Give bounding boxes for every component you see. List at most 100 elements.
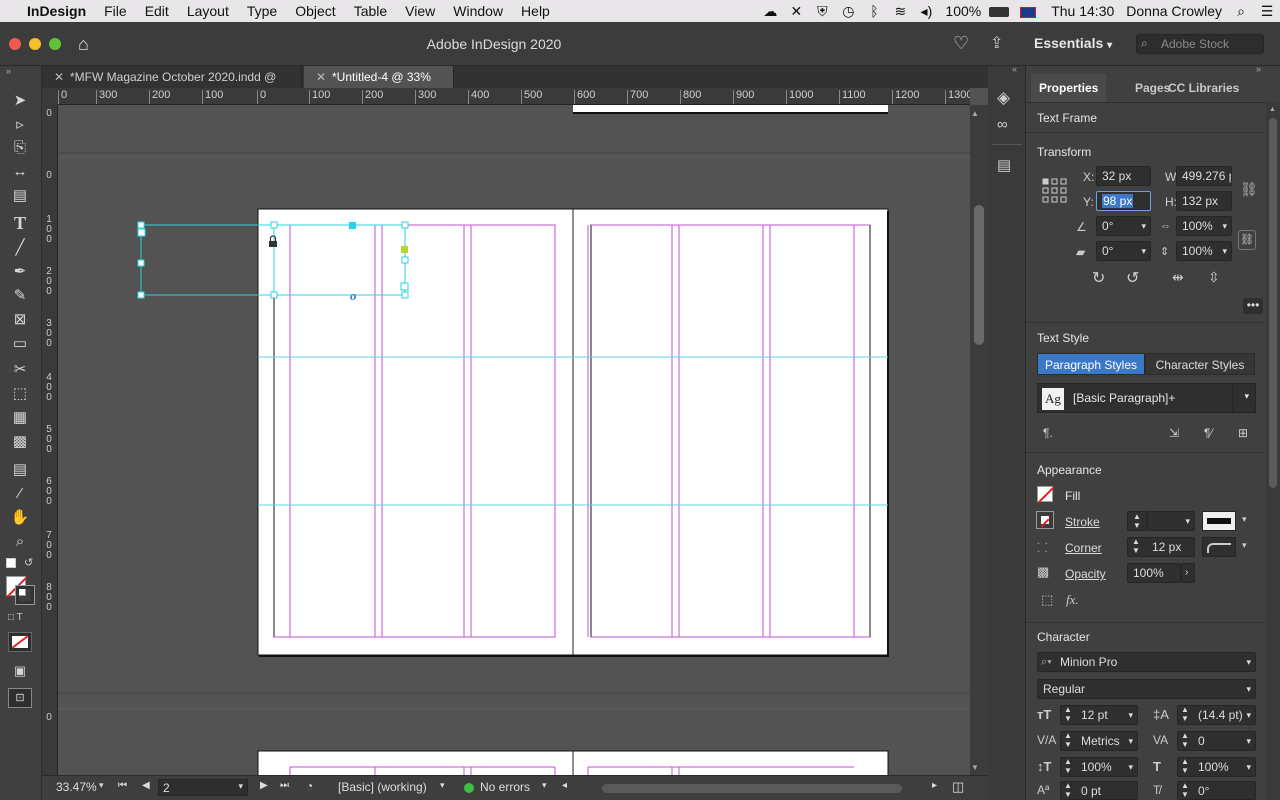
font-size-field[interactable]: ▲ ▼ 12 pt ▾ [1060,705,1138,725]
creative-cloud-icon[interactable]: ☁ [757,3,783,20]
time-machine-icon[interactable]: ◷ [835,3,861,20]
menu-file[interactable]: File [95,0,136,22]
skew-field[interactable]: ▲ ▼ 0° [1177,781,1256,800]
object-effects-icon[interactable]: ⬚ [1041,592,1053,608]
constrain-proportions-icon[interactable]: ⛓ [1240,181,1258,198]
horizontal-ruler[interactable]: 0 300 200 100 0 100 200 300 400 500 600 … [58,88,970,105]
character-styles-tab[interactable]: Character Styles [1145,353,1255,375]
type-tool-icon[interactable]: T [8,212,32,234]
page-tool-icon[interactable]: ⎘ [8,136,32,158]
previous-page-icon[interactable]: ◀ [142,780,150,791]
chevron-down-icon[interactable]: ▾ [1242,514,1247,525]
preflight-errors[interactable]: No errors [480,780,530,794]
gradient-feather-tool-icon[interactable]: ▩ [8,430,32,452]
collapse-panel-icon[interactable]: » [1256,64,1261,74]
baseline-shift-field[interactable]: ▲ ▼ 0 pt [1060,781,1138,800]
zoom-dropdown-icon[interactable]: ▾ [99,780,104,791]
notification-center-icon[interactable]: ☰ [1254,3,1280,20]
battery-icon[interactable] [987,3,1011,19]
scissors-tool-icon[interactable]: ✂ [8,358,32,380]
scroll-down-icon[interactable]: ▼ [971,763,979,772]
menu-window[interactable]: Window [444,0,512,22]
leading-field[interactable]: ▲ ▼ (14.4 pt) ▾ [1177,705,1256,725]
menubar-user[interactable]: Donna Crowley [1120,3,1228,19]
share-icon[interactable]: ⇪ [990,33,1003,53]
more-options-icon[interactable]: ••• [1243,298,1263,314]
kerning-field[interactable]: ▲ ▼ Metrics ▾ [1060,731,1138,751]
chevron-down-icon[interactable]: ▾ [1242,540,1247,551]
rotate-clockwise-icon[interactable]: ↻ [1092,268,1105,288]
menu-table[interactable]: Table [345,0,396,22]
rectangle-tool-icon[interactable]: ▭ [8,332,32,354]
tools-icon[interactable]: ✕ [783,3,809,20]
hand-tool-icon[interactable]: ✋ [8,506,32,528]
constrain-scale-icon[interactable]: ⛓ [1238,230,1256,250]
line-tool-icon[interactable]: ╱ [8,236,32,258]
gradient-swatch-tool-icon[interactable]: ▦ [8,406,32,428]
stroke-swatch-icon[interactable] [15,585,35,605]
selection-tool-icon[interactable]: ➤ [8,89,32,111]
horizontal-scroll-thumb[interactable] [602,784,902,793]
chevron-down-icon[interactable]: ▾ [542,780,547,791]
panel-scroll-thumb[interactable] [1269,118,1277,488]
opacity-field[interactable]: 100% [1127,563,1181,583]
apply-none-button[interactable] [8,632,32,652]
close-tab-icon[interactable]: ✕ [316,66,326,88]
fx-button[interactable]: fx. [1066,592,1079,608]
shear-field[interactable]: 0° ▾ [1096,241,1151,261]
rectangle-frame-tool-icon[interactable]: ⊠ [8,308,32,330]
page-number-field[interactable]: 2 ▾ [158,779,248,796]
document-canvas[interactable]: o [58,105,970,775]
scroll-thumb[interactable] [974,205,984,345]
text-wrap-icon[interactable]: ▤ [997,156,1011,174]
stroke-weight-field[interactable]: ▾ [1147,511,1195,531]
preview-mode-icon[interactable]: ⊡ [8,688,32,708]
scroll-up-icon[interactable]: ▲ [1269,106,1276,113]
open-page-icon[interactable]: ◔ [306,779,313,793]
opacity-arrow-icon[interactable]: › [1181,563,1195,583]
scale-x-field[interactable]: 100% ▾ [1176,216,1232,236]
bluetooth-icon[interactable]: ᛒ [861,3,887,19]
pilcrow-icon[interactable]: ¶. [1043,426,1053,440]
wifi-icon[interactable]: ≋ [887,3,913,20]
load-styles-icon[interactable]: ⇲ [1169,426,1179,440]
preflight-profile[interactable]: [Basic] (working) [338,780,427,794]
stroke-label[interactable]: Stroke [1065,515,1100,529]
layers-icon[interactable]: ◈ [997,88,1010,108]
zoom-level[interactable]: 33.47% [56,780,97,794]
lightbulb-icon[interactable]: ♡ [953,33,969,54]
height-field[interactable]: 132 px [1176,191,1232,211]
tab-properties[interactable]: Properties [1031,74,1107,102]
reference-point-icon[interactable] [1042,178,1068,204]
spotlight-search-icon[interactable]: ⌕ [1228,3,1254,20]
paragraph-styles-tab[interactable]: Paragraph Styles [1037,353,1145,375]
pen-tool-icon[interactable]: ✒ [8,260,32,282]
corner-options-icon[interactable]: ⸬ [1037,538,1048,556]
adobe-stock-search[interactable]: ⌕ Adobe Stock [1136,34,1264,54]
vertical-scale-field[interactable]: ▲ ▼ 100% ▾ [1060,757,1138,777]
menu-view[interactable]: View [396,0,444,22]
note-tool-icon[interactable]: ▤ [8,458,32,480]
zoom-tool-icon[interactable]: ⌕ [8,530,32,552]
split-window-icon[interactable]: ◫ [952,779,964,795]
close-tab-icon[interactable]: ✕ [54,66,64,88]
flip-vertical-icon[interactable]: ⇳ [1208,269,1220,286]
rotate-counterclockwise-icon[interactable]: ↺ [1126,268,1139,288]
scroll-up-icon[interactable]: ▲ [971,109,979,118]
ruler-origin[interactable] [42,88,58,105]
stroke-weight-stepper[interactable]: ▲ ▼ [1127,511,1147,531]
font-style-select[interactable]: Regular ▾ [1037,679,1256,699]
corner-radius-field[interactable]: ▲ ▼ 12 px [1127,537,1195,557]
menu-edit[interactable]: Edit [136,0,178,22]
vertical-scrollbar[interactable]: ▲ ▼ [970,105,988,775]
corner-label[interactable]: Corner [1065,541,1102,555]
stroke-type-swatch[interactable] [1202,511,1236,531]
menu-layout[interactable]: Layout [178,0,238,22]
y-position-field[interactable]: 98 px [1096,191,1151,211]
scroll-right-icon[interactable]: ▸ [932,780,937,791]
apple-icon[interactable] [0,0,18,22]
doc-tab-mfw-magazine[interactable]: ✕*MFW Magazine October 2020.indd @ 71% [42,66,302,106]
workspace-switcher[interactable]: Essentials ▾ [1034,35,1112,51]
panel-scrollbar[interactable]: ▲ [1266,102,1280,800]
flag-icon[interactable] [1011,3,1045,19]
